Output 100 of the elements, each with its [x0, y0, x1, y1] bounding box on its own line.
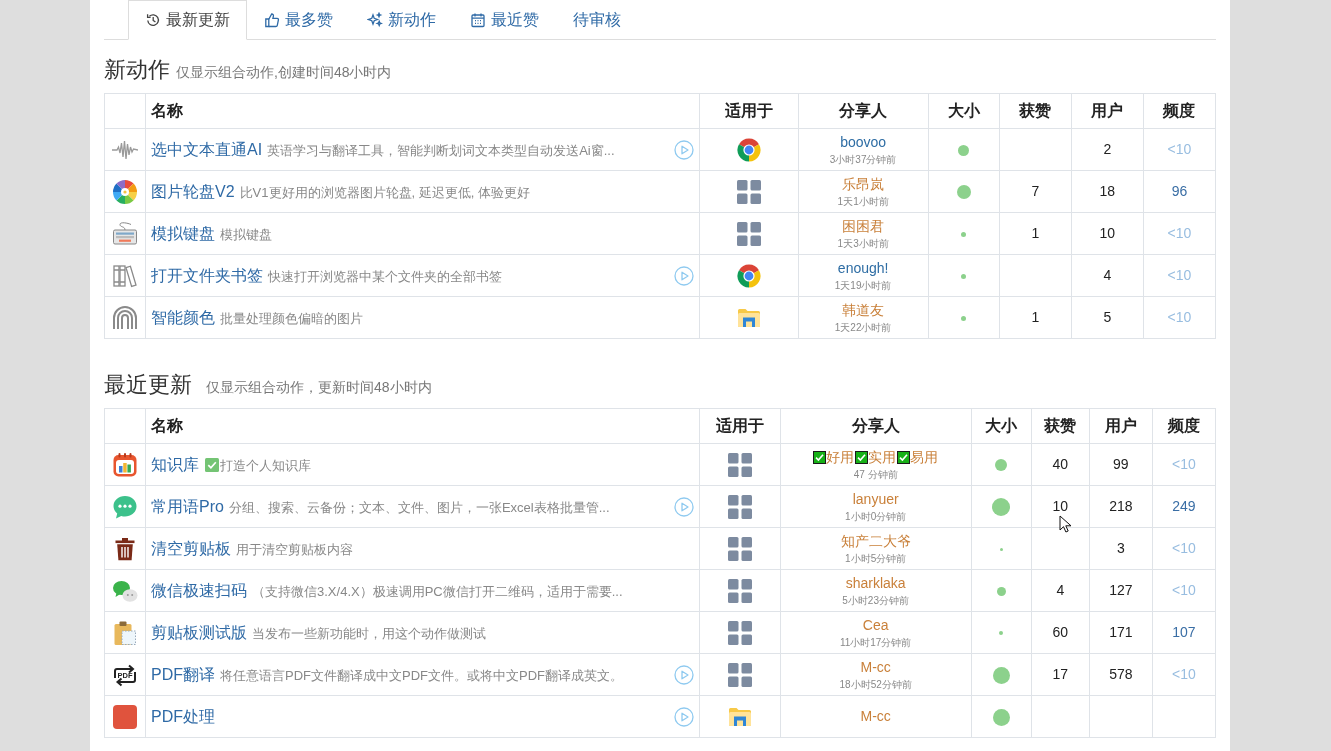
books-icon: [112, 262, 138, 289]
table-cell: <10: [1152, 569, 1216, 612]
column-header: 频度: [1143, 93, 1216, 129]
thumbs-up-icon: [264, 11, 280, 28]
sharer-tag: 易用: [909, 448, 938, 466]
four-squares-icon: [736, 221, 761, 246]
four-squares-icon: [727, 536, 752, 561]
action-description: 用于清空剪贴板内容: [236, 540, 354, 559]
column-header: 名称: [145, 93, 699, 129]
table-cell: 4: [1071, 254, 1144, 297]
column-header: 用户: [1089, 408, 1153, 444]
table-cell: 7: [999, 170, 1072, 213]
action-description: （支持微信3.X/4.X）极速调用PC微信打开二维码，适用于需要...: [252, 582, 623, 601]
tab[interactable]: 待审核: [556, 0, 638, 40]
table-cell: <10: [1152, 653, 1216, 696]
sharer-name[interactable]: M-cc: [860, 658, 891, 676]
sharer-name[interactable]: M-cc: [860, 708, 891, 725]
table-cell: 171: [1089, 611, 1153, 654]
action-name[interactable]: 图片轮盘V2: [151, 179, 235, 204]
table-cell: <10: [1152, 443, 1216, 486]
action-description: 当发布一些新功能时，用这个动作做测试: [252, 624, 487, 643]
column-header: 获赞: [1031, 408, 1090, 444]
share-time: 18小时52分钟前: [839, 677, 912, 691]
action-description: 快速打开浏览器中某个文件夹的全部书签: [268, 267, 503, 286]
action-description: 比V1更好用的浏览器图片轮盘, 延迟更低, 体验更好: [239, 183, 530, 202]
column-header: 分享人: [780, 408, 972, 444]
action-description: 模拟键盘: [220, 225, 273, 244]
section-title: 新动作: [104, 56, 170, 84]
sharer-name[interactable]: 困困君: [842, 217, 885, 235]
check-icon: [812, 450, 826, 464]
action-description: 分组、搜索、云备份；文本、文件、图片，一张Excel表格批量管...: [228, 498, 610, 517]
table-cell: 249: [1152, 485, 1216, 528]
tab[interactable]: 最新更新: [128, 0, 247, 40]
action-name[interactable]: 打开文件夹书签: [151, 263, 264, 288]
action-name[interactable]: 选中文本直通AI: [151, 137, 263, 162]
sharer-name[interactable]: 韩道友: [842, 301, 885, 319]
sparkles-icon: [367, 11, 383, 28]
sharer-name[interactable]: 知产二大爷: [840, 532, 911, 550]
action-name[interactable]: 剪贴板测试版: [151, 620, 248, 645]
section-title: 最近更新: [104, 371, 192, 399]
share-time: 1天3小时前: [837, 236, 889, 250]
sharer-name[interactable]: lanyuer: [852, 490, 899, 508]
play-icon[interactable]: [673, 706, 694, 727]
table-cell: <10: [1143, 128, 1216, 171]
table-cell: 17: [1031, 653, 1090, 696]
four-squares-icon: [727, 578, 752, 603]
action-name[interactable]: 智能颜色: [151, 305, 216, 330]
sharer-name[interactable]: sharklaka: [845, 574, 906, 592]
action-description: 批量处理颜色偏暗的图片: [220, 309, 364, 328]
table-cell: <10: [1143, 212, 1216, 255]
share-time: 1天19小时前: [834, 278, 892, 292]
share-time: 1天1小时前: [837, 194, 889, 208]
action-name[interactable]: 模拟键盘: [151, 221, 216, 246]
column-header: 大小: [971, 408, 1032, 444]
tab[interactable]: 最多赞: [247, 0, 350, 40]
share-time: 47 分钟前: [853, 467, 898, 481]
sharer-name[interactable]: boovoo: [840, 133, 887, 151]
table-cell: 1: [999, 212, 1072, 255]
column-header: 大小: [928, 93, 1000, 129]
four-squares-icon: [727, 662, 752, 687]
play-icon[interactable]: [673, 664, 694, 685]
clipboard-icon: [112, 619, 138, 646]
share-time: 1小时5分钟前: [845, 551, 907, 565]
keyboard-icon: [112, 220, 138, 247]
share-time: 1天22小时前: [834, 320, 892, 334]
play-icon[interactable]: [673, 496, 694, 517]
tab[interactable]: 新动作: [350, 0, 453, 40]
table-cell: 99: [1089, 443, 1153, 486]
table-cell: 5: [1071, 296, 1144, 339]
play-icon[interactable]: [673, 139, 694, 160]
share-time: 3小时37分钟前: [829, 152, 897, 166]
tricolor-circle-icon: [736, 137, 761, 162]
sharer-name[interactable]: enough!: [837, 259, 889, 277]
table-cell: 96: [1143, 170, 1216, 213]
history-icon: [145, 12, 161, 28]
action-name[interactable]: 常用语Pro: [151, 494, 224, 519]
sharer-tag: 好用: [825, 448, 854, 466]
action-name[interactable]: PDF处理: [151, 704, 216, 729]
check-icon: [896, 450, 910, 464]
action-name[interactable]: 微信极速扫码: [151, 578, 248, 603]
four-squares-icon: [727, 620, 752, 645]
action-name[interactable]: 知识库: [151, 452, 200, 477]
sharer-name[interactable]: Cea: [862, 616, 889, 634]
table-cell: 218: [1089, 485, 1153, 528]
column-header: 获赞: [999, 93, 1072, 129]
play-icon[interactable]: [673, 265, 694, 286]
table-cell: <10: [1152, 527, 1216, 570]
table-cell: 3: [1089, 527, 1153, 570]
tab[interactable]: 最近赞: [453, 0, 556, 40]
action-name[interactable]: 清空剪贴板: [151, 536, 232, 561]
column-header: 频度: [1152, 408, 1216, 444]
calendar-icon: [470, 11, 486, 28]
action-description: 英语学习与翻译工具，智能判断划词文本类型自动发送Ai窗...: [267, 141, 615, 160]
action-name[interactable]: PDF翻译: [151, 662, 216, 687]
column-header: 适用于: [699, 408, 781, 444]
tricolor-circle-icon: [736, 263, 761, 288]
table-cell: <10: [1143, 254, 1216, 297]
sharer-name[interactable]: 乐昂岚: [842, 175, 885, 193]
column-header: 名称: [145, 408, 699, 444]
table-cell: 107: [1152, 611, 1216, 654]
